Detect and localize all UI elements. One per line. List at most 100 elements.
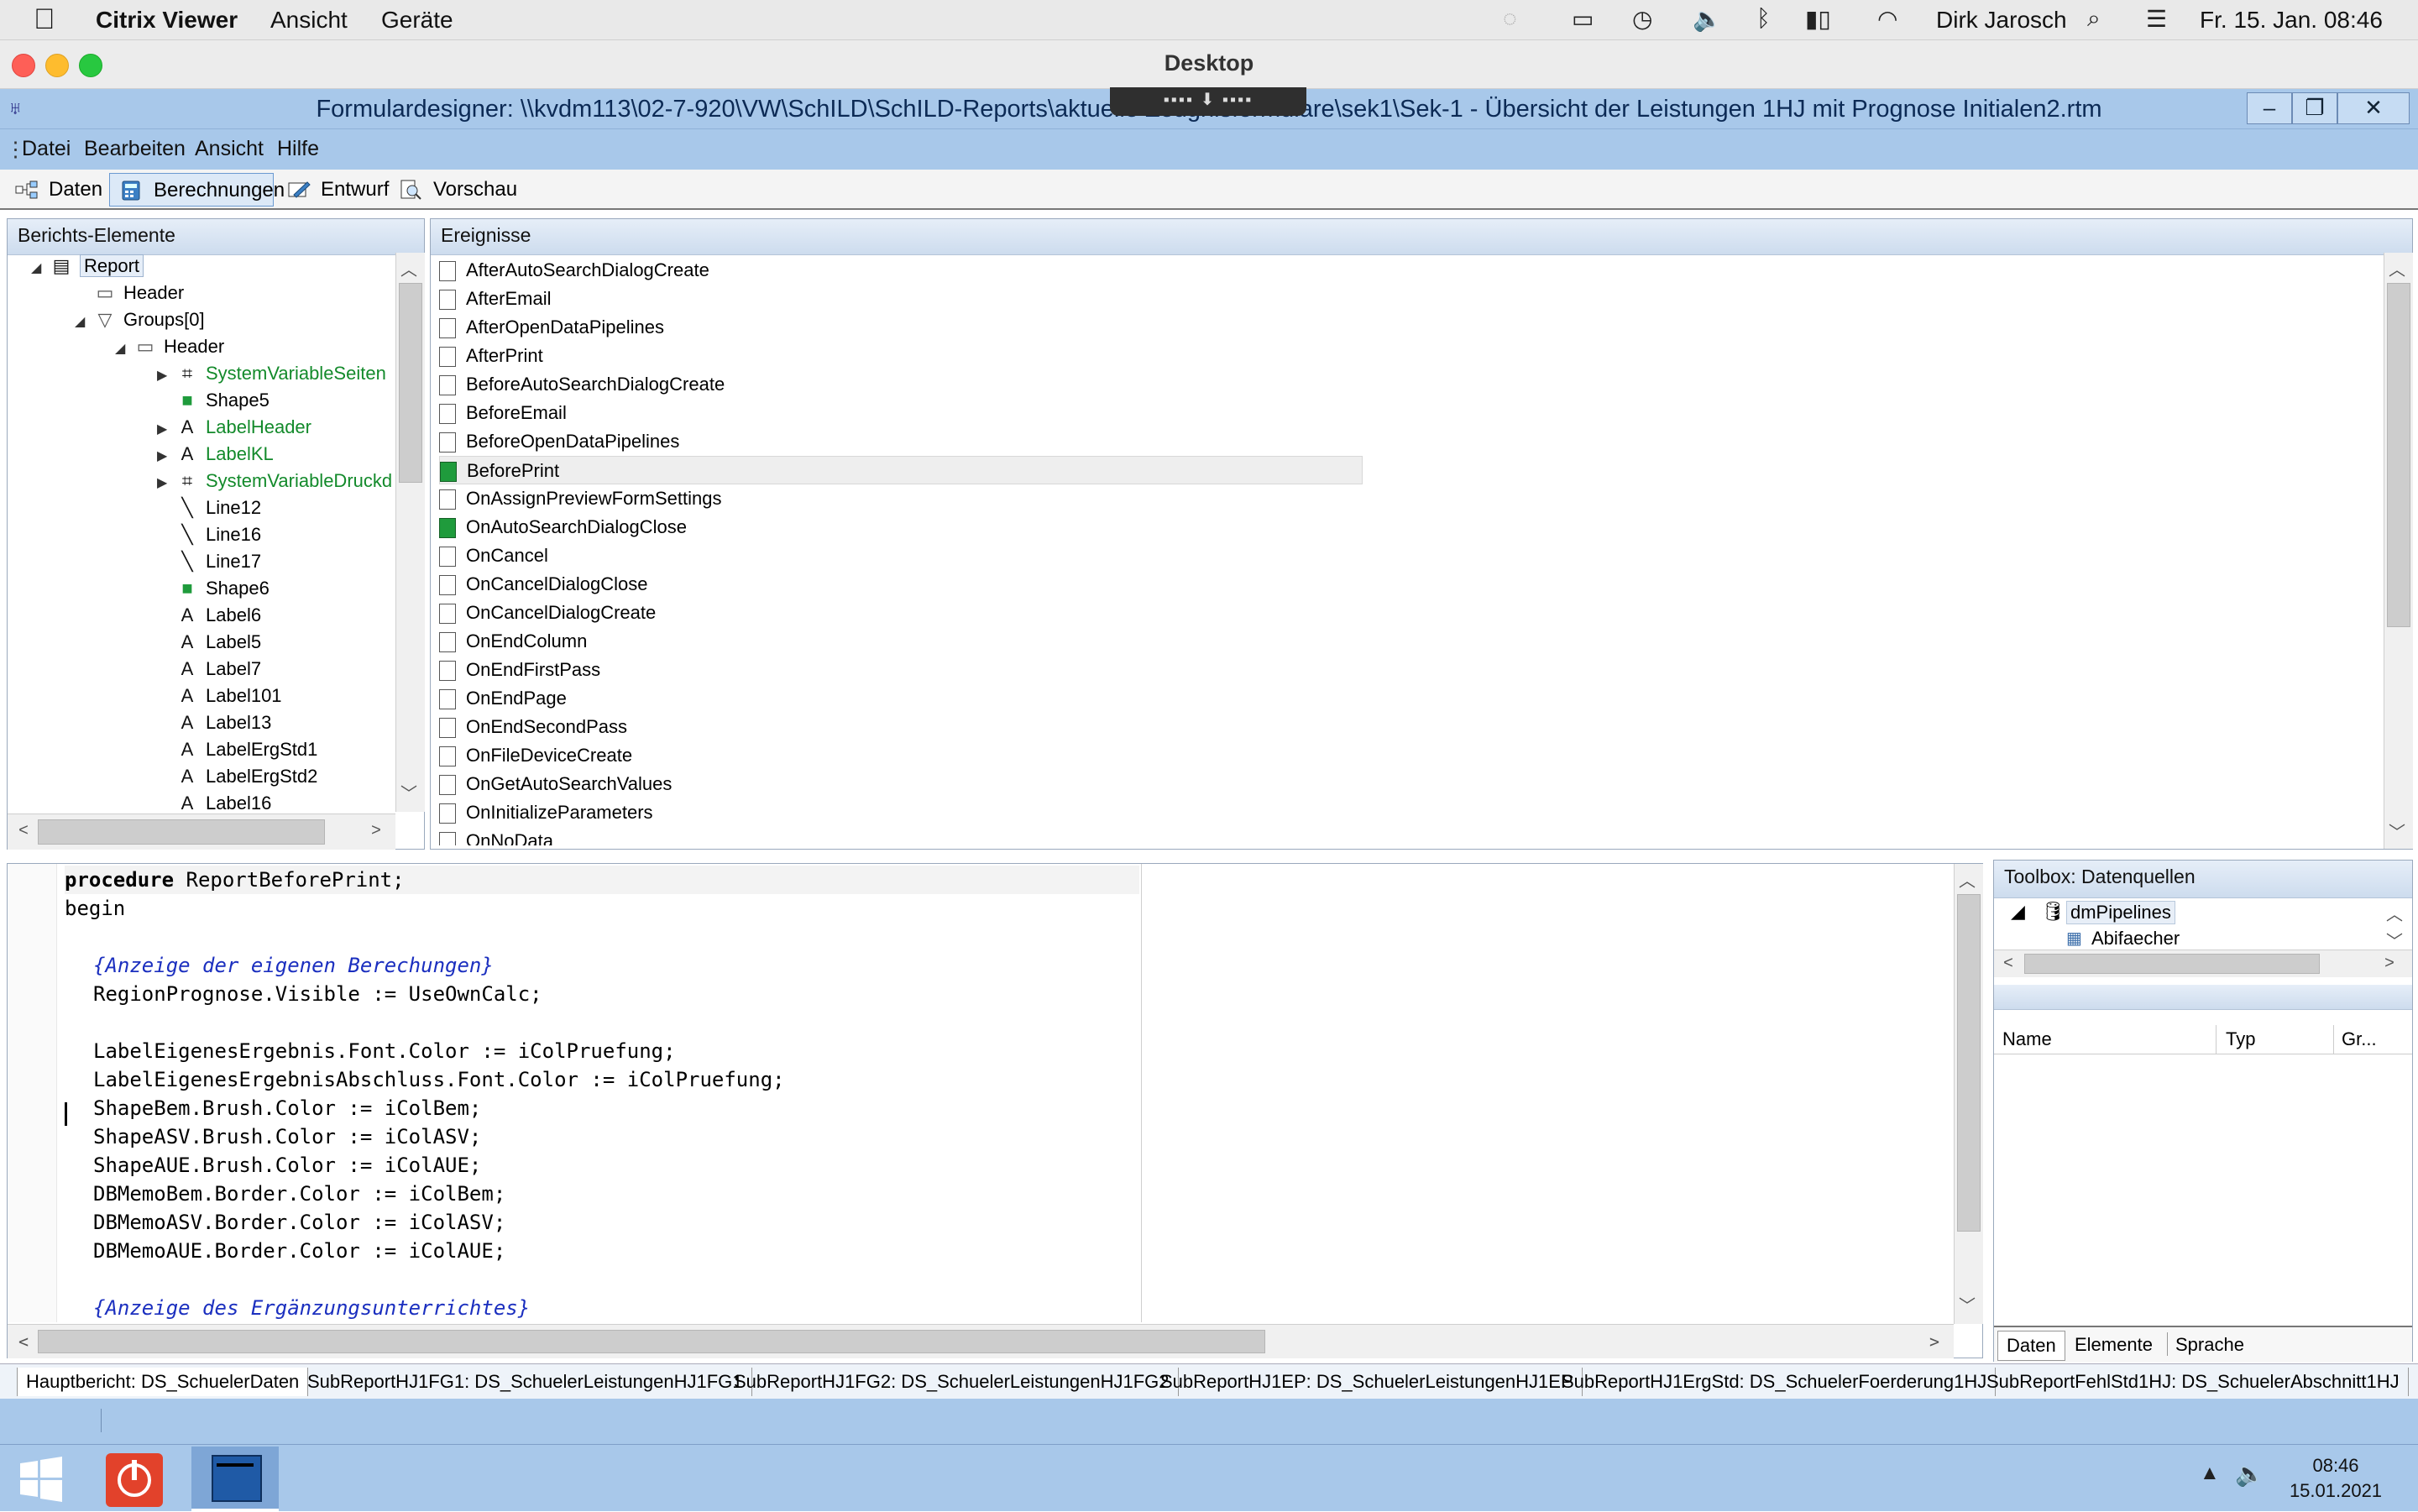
- event-item[interactable]: BeforeEmail: [439, 399, 567, 427]
- tree-item[interactable]: ╲ Line16: [157, 521, 261, 548]
- code-editor[interactable]: procedure ReportBeforePrint; begin {Anzeig…: [7, 863, 1983, 1358]
- toolbox-hscroll-thumb[interactable]: [2024, 954, 2320, 974]
- tree-item[interactable]: ■ Shape6: [157, 575, 270, 602]
- screen-share-icon[interactable]: ▭: [1572, 5, 1594, 33]
- scroll-up-icon[interactable]: ︿: [2382, 901, 2407, 925]
- code-vertical-scrollbar[interactable]: ︿ ﹀: [1954, 864, 1983, 1324]
- code-line[interactable]: DBMemoBem.Border.Color := iColBem;: [93, 1180, 505, 1208]
- tab-entwurf[interactable]: Entwurf: [277, 173, 398, 207]
- mac-app-name[interactable]: Citrix Viewer: [96, 7, 238, 34]
- subtab-hj1fg1[interactable]: SubReportHJ1FG1: DS_SchuelerLeistungenHJ…: [299, 1368, 752, 1396]
- event-item[interactable]: OnEndPage: [439, 684, 567, 713]
- event-item[interactable]: OnAssignPreviewFormSettings: [439, 484, 721, 513]
- toolbox-tab-elemente[interactable]: Elemente: [2075, 1334, 2153, 1356]
- tree-collapse-icon[interactable]: ◢: [31, 255, 50, 282]
- event-item[interactable]: OnAutoSearchDialogClose: [439, 513, 687, 541]
- apple-icon[interactable]: : [34, 3, 55, 36]
- events-list[interactable]: AfterAutoSearchDialogCreate AfterEmail Aft…: [431, 253, 2384, 845]
- windows-start-icon[interactable]: [18, 1457, 64, 1502]
- menu-hilfe[interactable]: Hilfe: [277, 137, 319, 161]
- battery-icon[interactable]: ▮▯: [1805, 5, 1831, 33]
- report-elements-tree[interactable]: ◢ ▤ Report ▭ Header ◢ ▽ Groups[0] ◢ ▭ Header ▶ ⌗ Syst…: [8, 253, 394, 812]
- tree-item[interactable]: ▶ ⌗ SystemVariableSeiten: [157, 360, 386, 387]
- column-groesse[interactable]: Gr...: [2342, 1028, 2377, 1050]
- event-item[interactable]: AfterOpenDataPipelines: [439, 313, 664, 342]
- scroll-down-icon[interactable]: ﹀: [1955, 1292, 1980, 1316]
- scroll-up-icon[interactable]: ︿: [396, 256, 421, 280]
- taskbar-formulardesigner-button[interactable]: [191, 1447, 279, 1512]
- menu-datei[interactable]: Datei: [22, 137, 71, 161]
- tab-vorschau[interactable]: Vorschau: [390, 173, 517, 207]
- column-name[interactable]: Name: [2002, 1028, 2052, 1050]
- taskbar-clock[interactable]: 08:46 15.01.2021: [2284, 1453, 2388, 1504]
- tree-item[interactable]: ▭ Header: [75, 280, 185, 306]
- mac-menu-geraete[interactable]: Geräte: [381, 7, 453, 34]
- tab-daten[interactable]: Daten: [5, 173, 106, 207]
- event-item[interactable]: OnFileDeviceCreate: [439, 741, 632, 770]
- code-line[interactable]: RegionPrognose.Visible := UseOwnCalc;: [93, 980, 542, 1008]
- event-item[interactable]: OnGetAutoSearchValues: [439, 770, 672, 798]
- event-item[interactable]: AfterAutoSearchDialogCreate: [439, 256, 709, 285]
- event-item[interactable]: BeforePrint: [439, 456, 1363, 484]
- event-item[interactable]: OnEndSecondPass: [439, 713, 627, 741]
- menu-ansicht[interactable]: Ansicht: [195, 137, 264, 161]
- toolbox-tab-sprache[interactable]: Sprache: [2175, 1334, 2244, 1356]
- tree-item[interactable]: ■ Shape5: [157, 387, 270, 414]
- mac-menu-ansicht[interactable]: Ansicht: [270, 7, 348, 34]
- event-item[interactable]: OnNoData: [439, 827, 553, 845]
- app-minimize-button[interactable]: –: [2247, 92, 2292, 124]
- time-machine-icon[interactable]: ◷: [1632, 5, 1652, 33]
- show-hidden-icons-icon[interactable]: ▲: [2200, 1462, 2220, 1485]
- tree-item[interactable]: ▶ A LabelHeader: [157, 414, 311, 441]
- control-center-icon[interactable]: ☰: [2146, 5, 2167, 33]
- event-item[interactable]: BeforeOpenDataPipelines: [439, 427, 679, 456]
- tree-horizontal-scrollbar[interactable]: < >: [8, 814, 395, 850]
- tree-expand-icon[interactable]: ▶: [157, 443, 175, 470]
- event-item[interactable]: OnCancelDialogCreate: [439, 599, 656, 627]
- scroll-right-icon[interactable]: >: [2377, 954, 2402, 973]
- tree-item[interactable]: A Label16: [157, 790, 272, 812]
- app-close-button[interactable]: ✕: [2337, 92, 2410, 124]
- code-line[interactable]: begin: [65, 894, 125, 923]
- toolbox-tab-daten[interactable]: Daten: [1997, 1331, 2065, 1361]
- tab-berechnungen[interactable]: Berechnungen: [109, 173, 285, 207]
- scroll-right-icon[interactable]: >: [1922, 1332, 1947, 1352]
- tree-expand-icon[interactable]: ▶: [157, 416, 175, 443]
- tree-item-abifaecher[interactable]: Abifaecher: [2091, 928, 2180, 950]
- sync-icon[interactable]: ◌: [1503, 5, 1517, 32]
- scroll-down-icon[interactable]: ﹀: [396, 780, 421, 804]
- event-item[interactable]: OnInitializeParameters: [439, 798, 653, 827]
- tree-item[interactable]: ╲ Line17: [157, 548, 261, 575]
- code-scroll-thumb[interactable]: [1957, 894, 1981, 1232]
- tree-item[interactable]: ◢ ▭ Header: [115, 333, 224, 360]
- event-item[interactable]: AfterEmail: [439, 285, 551, 313]
- event-item[interactable]: OnCancelDialogClose: [439, 570, 647, 599]
- tree-expand-icon[interactable]: ▶: [157, 470, 175, 497]
- column-typ[interactable]: Typ: [2226, 1028, 2255, 1050]
- tree-item[interactable]: ▶ ⌗ SystemVariableDruckd: [157, 468, 392, 494]
- code-line[interactable]: ShapeASV.Brush.Color := iColASV;: [93, 1122, 481, 1151]
- app-restore-button[interactable]: ❐: [2292, 92, 2337, 124]
- tree-item[interactable]: A Label13: [157, 709, 272, 736]
- scroll-up-icon[interactable]: ︿: [2384, 256, 2410, 280]
- scroll-down-icon[interactable]: ﹀: [2382, 928, 2407, 952]
- subtab-hj1ergstd[interactable]: SubReportHJ1ErgStd: DS_SchuelerFoerderun…: [1553, 1368, 1997, 1396]
- tree-item[interactable]: A Label7: [157, 656, 261, 683]
- tree-item[interactable]: A Label5: [157, 629, 261, 656]
- tree-expand-icon[interactable]: ▶: [157, 363, 175, 390]
- code-line[interactable]: {Anzeige der eigenen Berechungen}: [93, 951, 494, 980]
- tree-item[interactable]: ◢ ▽ Groups[0]: [75, 306, 205, 333]
- scroll-right-icon[interactable]: >: [364, 821, 389, 840]
- tree-item[interactable]: A LabelErgStd2: [157, 763, 318, 790]
- taskbar-volume-icon[interactable]: 🔈: [2235, 1460, 2264, 1488]
- event-item[interactable]: OnEndColumn: [439, 627, 587, 656]
- scroll-left-icon[interactable]: <: [1996, 954, 2021, 973]
- code-horizontal-scrollbar[interactable]: < >: [8, 1324, 1954, 1358]
- code-line[interactable]: ShapeBem.Brush.Color := iColBem;: [93, 1094, 481, 1122]
- subtab-fehlstd1hj[interactable]: SubReportFehlStd1HJ: DS_SchuelerAbschnit…: [1978, 1368, 2409, 1396]
- tree-item[interactable]: ╲ Line12: [157, 494, 261, 521]
- tree-hscroll-thumb[interactable]: [38, 819, 325, 845]
- code-line[interactable]: procedure ReportBeforePrint;: [65, 866, 405, 894]
- spotlight-icon[interactable]: ⌕: [2087, 5, 2101, 33]
- events-vertical-scrollbar[interactable]: ︿ ﹀: [2384, 253, 2413, 849]
